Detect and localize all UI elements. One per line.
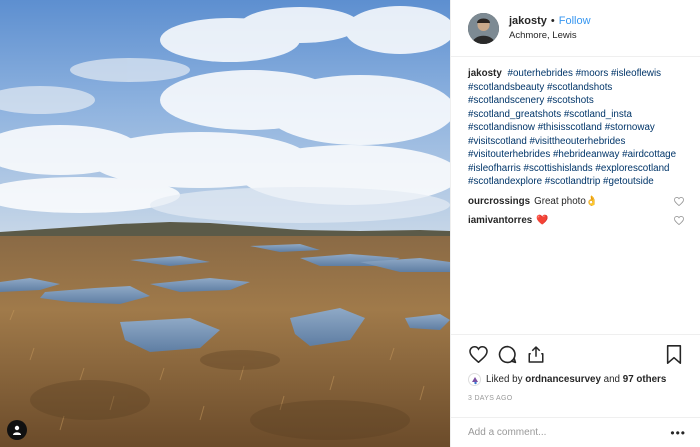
comment-like-heart-icon[interactable] <box>674 196 684 206</box>
likes-summary: Liked by ordnancesurvey and 97 others <box>468 373 684 386</box>
avatar[interactable] <box>468 12 499 44</box>
location-link[interactable]: Achmore, Lewis <box>509 29 591 43</box>
follow-button[interactable]: Follow <box>559 14 591 28</box>
header-username[interactable]: jakosty <box>509 14 547 28</box>
likes-prefix: Liked by <box>486 374 523 385</box>
share-icon[interactable] <box>526 344 546 364</box>
caption: jakosty #outerhebrides #moors #isleoflew… <box>468 67 684 189</box>
post-date[interactable]: 3 DAYS AGO <box>468 395 684 402</box>
comment-username[interactable]: ourcrossings <box>468 195 530 208</box>
more-options-icon[interactable]: ••• <box>670 426 686 440</box>
post-actions: Liked by ordnancesurvey and 97 others 3 … <box>451 334 700 402</box>
post-side-panel: jakosty • Follow Achmore, Lewis jakosty … <box>450 0 700 447</box>
comment-username[interactable]: iamivantorres <box>468 214 532 227</box>
liker-username[interactable]: ordnancesurvey <box>525 374 601 385</box>
comments-section: jakosty #outerhebrides #moors #isleoflew… <box>451 57 700 227</box>
add-comment-input[interactable] <box>468 427 671 438</box>
comment-item: ourcrossings Great photo👌 <box>468 195 684 208</box>
post-photo[interactable] <box>0 0 450 447</box>
likes-others-link[interactable]: 97 others <box>623 374 667 385</box>
user-tag-icon <box>12 425 22 435</box>
action-icons-row <box>468 343 684 365</box>
heart-icon[interactable] <box>468 344 488 364</box>
bookmark-icon[interactable] <box>664 344 684 364</box>
comment-like-heart-icon[interactable] <box>674 215 684 225</box>
post-container: jakosty • Follow Achmore, Lewis jakosty … <box>0 0 700 447</box>
liker-avatar[interactable] <box>468 373 481 386</box>
caption-hashtags[interactable]: #outerhebrides #moors #isleoflewis #scot… <box>468 68 676 187</box>
comment-text: Great photo👌 <box>534 195 599 207</box>
add-comment-bar: ••• <box>451 417 700 447</box>
caption-username[interactable]: jakosty <box>468 68 502 79</box>
comment-icon[interactable] <box>497 344 517 364</box>
moorland-landscape-image <box>0 0 450 447</box>
post-header: jakosty • Follow Achmore, Lewis <box>451 0 700 57</box>
likes-and: and <box>603 374 621 385</box>
separator-dot: • <box>550 14 555 27</box>
comment-item: iamivantorres ❤️ <box>468 214 684 227</box>
comment-text: ❤️ <box>536 214 549 226</box>
tagged-users-button[interactable] <box>7 420 27 440</box>
